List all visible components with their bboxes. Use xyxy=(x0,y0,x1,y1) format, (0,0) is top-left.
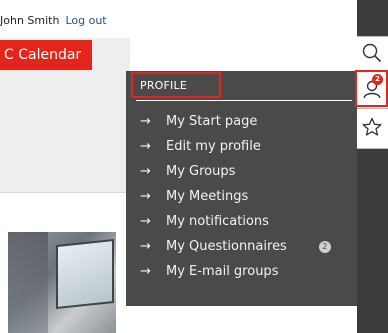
menu-item-start-page[interactable]: → My Start page xyxy=(140,112,257,132)
arrow-right-icon: → xyxy=(140,189,151,204)
menu-item-questionnaires[interactable]: → My Questionnaires 2 xyxy=(140,237,331,257)
arrow-right-icon: → xyxy=(140,114,151,129)
search-icon[interactable] xyxy=(361,42,383,64)
user-name: John Smith xyxy=(0,14,60,27)
arrow-right-icon: → xyxy=(140,214,151,229)
menu-item-label: My E-mail groups xyxy=(166,264,279,279)
logout-link[interactable]: Log out xyxy=(65,14,106,34)
arrow-right-icon: → xyxy=(140,264,151,279)
menu-item-notifications[interactable]: → My notifications xyxy=(140,212,269,232)
sidebar-divider xyxy=(357,108,388,109)
menu-item-label: My Groups xyxy=(166,164,236,179)
arrow-right-icon: → xyxy=(140,164,151,179)
menu-item-meetings[interactable]: → My Meetings xyxy=(140,187,248,207)
star-icon[interactable] xyxy=(361,116,383,138)
highlight-profile-header xyxy=(131,72,221,98)
sidebar-divider xyxy=(357,36,388,37)
menu-item-label: My notifications xyxy=(166,214,269,229)
user-bar: John Smith Log out xyxy=(0,14,107,34)
menu-item-label: Edit my profile xyxy=(166,139,261,154)
menu-item-edit-profile[interactable]: → Edit my profile xyxy=(140,137,261,157)
questionnaires-count-badge: 2 xyxy=(318,241,331,253)
arrow-right-icon: → xyxy=(140,239,151,254)
menu-item-label: My Questionnaires xyxy=(166,239,287,254)
menu-item-groups[interactable]: → My Groups xyxy=(140,162,235,182)
calendar-button[interactable]: C Calendar xyxy=(0,40,92,70)
sidebar-divider xyxy=(357,148,388,149)
menu-item-email-groups[interactable]: → My E-mail groups xyxy=(140,262,278,282)
content-image xyxy=(8,232,116,333)
content-divider xyxy=(0,192,130,193)
highlight-user-icon xyxy=(355,70,388,107)
menu-header-divider xyxy=(136,100,352,101)
menu-item-label: My Meetings xyxy=(166,189,249,204)
menu-item-label: My Start page xyxy=(166,114,258,129)
arrow-right-icon: → xyxy=(140,139,151,154)
